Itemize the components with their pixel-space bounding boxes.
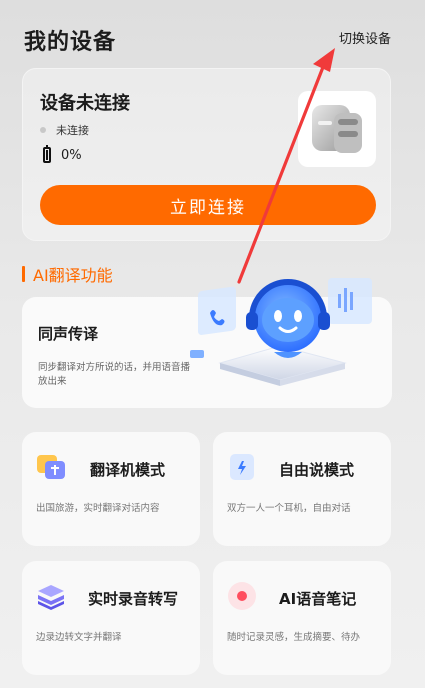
device-image: [298, 91, 376, 167]
feature-desc: 出国旅游，实时翻译对话内容: [36, 503, 160, 514]
device-status: 设备未连接: [40, 93, 130, 114]
feature-card-free-talk[interactable]: 自由说模式 双方一人一个耳机，自由对话: [213, 432, 391, 546]
feature-desc: 边录边转文字并翻译: [36, 632, 122, 643]
connection-row: 未连接: [40, 122, 89, 138]
simultaneous-desc: 同步翻译对方所说的话，并用语音播放出来: [38, 362, 191, 387]
feature-desc: 随时记录灵感，生成摘要、待办: [227, 632, 361, 643]
mascot-illustration: [180, 268, 380, 388]
layers-icon: [36, 581, 66, 611]
connect-button[interactable]: 立即连接: [40, 185, 376, 225]
status-dot-icon: [40, 127, 46, 133]
battery-level: 0%: [61, 147, 82, 163]
switch-device-link[interactable]: 切换设备: [339, 28, 391, 47]
record-icon: [227, 581, 257, 611]
device-card: 设备未连接 未连接 0% 立即连接: [22, 68, 391, 241]
feature-title: AI语音笔记: [279, 590, 357, 608]
connection-label: 未连接: [56, 124, 89, 137]
battery-icon: [43, 145, 51, 163]
section-title-text: AI翻译功能: [33, 266, 113, 285]
feature-title: 实时录音转写: [88, 590, 179, 608]
feature-title: 自由说模式: [279, 461, 355, 479]
earbuds-icon: [227, 452, 257, 482]
section-title: AI翻译功能: [22, 262, 113, 286]
feature-title: 翻译机模式: [90, 461, 166, 479]
page-title: 我的设备: [24, 30, 117, 55]
section-accent-bar: [22, 266, 25, 282]
simultaneous-title: 同声传译: [38, 325, 99, 343]
feature-card-ai-notes[interactable]: AI语音笔记 随时记录灵感，生成摘要、待办: [213, 561, 391, 675]
battery-row: 0%: [43, 145, 82, 163]
feature-desc: 双方一人一个耳机，自由对话: [227, 503, 351, 514]
feature-card-transcribe[interactable]: 实时录音转写 边录边转文字并翻译: [22, 561, 200, 675]
header: 我的设备 切换设备: [0, 0, 425, 70]
feature-card-translator[interactable]: 翻译机模式 出国旅游，实时翻译对话内容: [22, 432, 200, 546]
translator-icon: [36, 452, 66, 482]
